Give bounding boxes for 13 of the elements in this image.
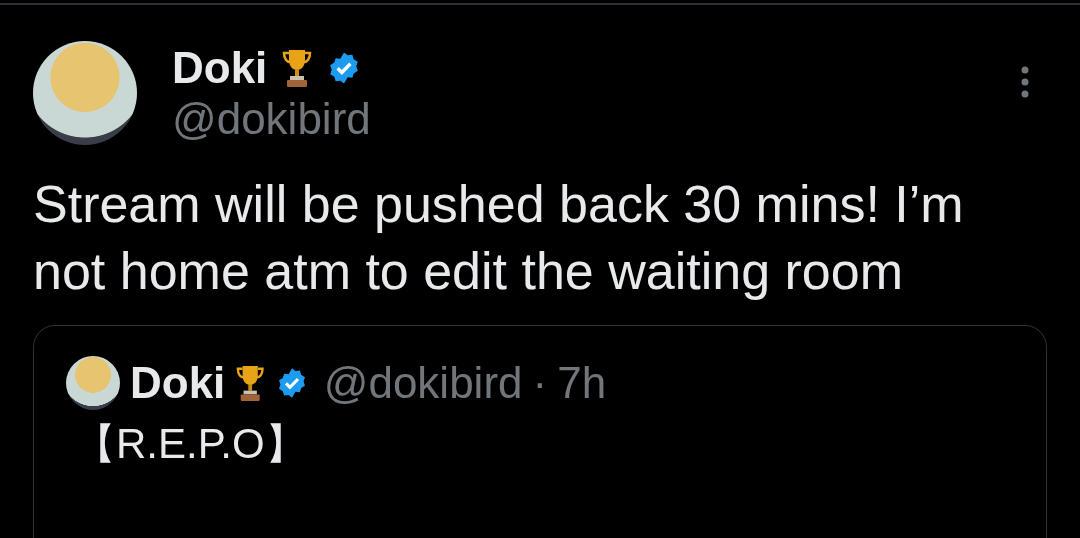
quoted-post-card[interactable]: Doki @dokibird · 7h 【R.E.P.O】 <box>33 325 1047 538</box>
quoted-post-text: 【R.E.P.O】 <box>74 419 307 469</box>
more-options-icon[interactable] <box>1020 65 1030 99</box>
author-handle: @dokibird <box>323 358 523 408</box>
post-text: Stream will be pushed back 30 mins! I’m not home atm to edit the waiting room <box>33 174 965 302</box>
post-time: 7h <box>557 358 607 408</box>
author-name: Doki <box>130 358 226 408</box>
author-handle[interactable]: @dokibird <box>172 93 371 145</box>
author-name[interactable]: Doki <box>172 43 268 93</box>
avatar <box>66 356 120 410</box>
trophy-icon <box>281 48 314 88</box>
separator-dot: · <box>532 358 548 408</box>
trophy-icon <box>235 364 266 402</box>
